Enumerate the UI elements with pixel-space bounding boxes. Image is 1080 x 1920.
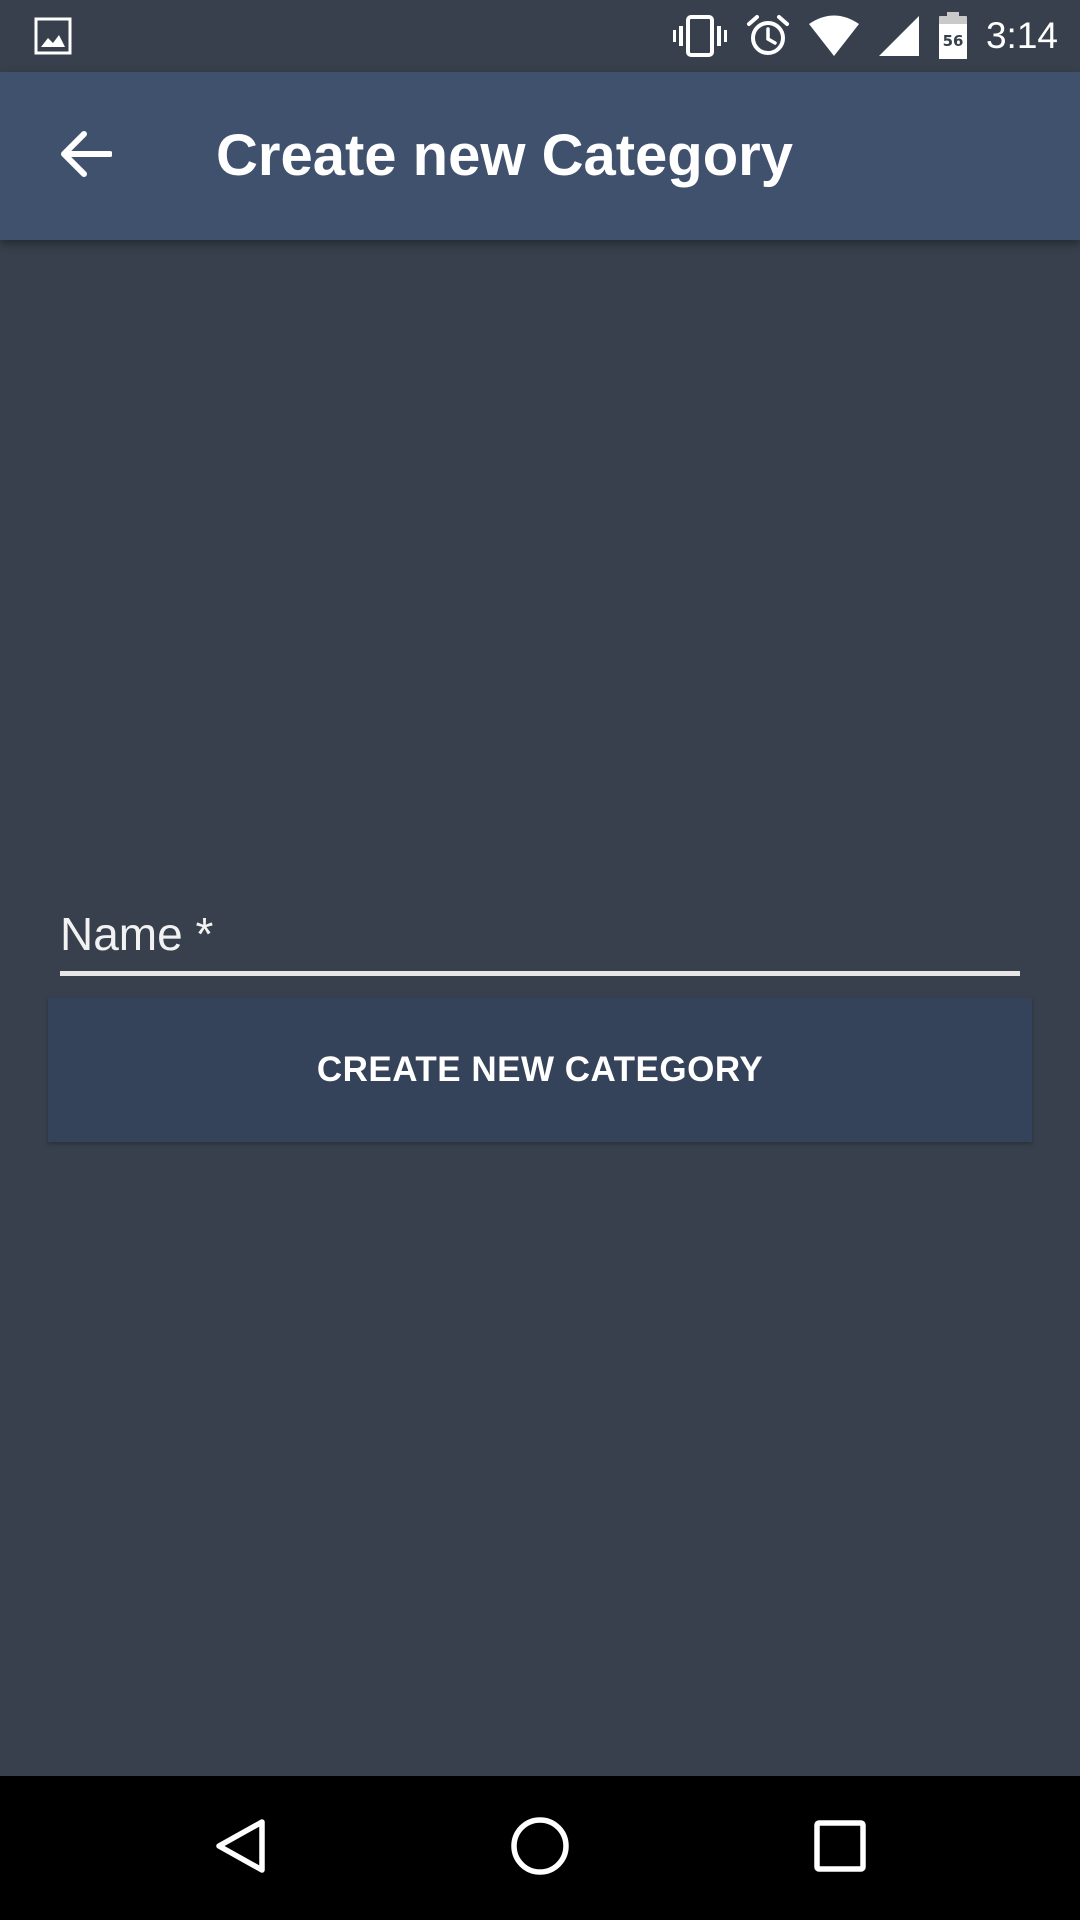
nav-bar [0,1776,1080,1920]
arrow-back-icon [60,130,113,183]
name-input[interactable] [60,896,1020,972]
status-bar: 56 3:14 [0,0,1080,72]
battery-level-text: 56 [943,32,964,50]
nav-home-button[interactable] [468,1776,612,1920]
image-notification-icon [34,17,72,55]
create-category-button[interactable]: CREATE NEW CATEGORY [48,998,1032,1142]
back-button[interactable] [38,108,134,204]
cell-signal-icon [878,15,920,57]
status-time: 3:14 [985,15,1058,56]
name-field [60,896,1020,978]
status-icons: 56 3:14 [654,0,1058,72]
wifi-icon [808,15,860,57]
home-circle-icon [510,1816,570,1881]
alarm-icon [746,14,790,58]
page-title: Create new Category [216,123,793,188]
app-bar: Create new Category [0,72,1080,240]
screen: 56 3:14 Create new Category CREATE NEW C… [0,0,1080,1920]
vibrate-icon [672,14,728,58]
back-triangle-icon [212,1816,268,1881]
battery-icon: 56 [938,12,968,60]
nav-recents-button[interactable] [768,1776,912,1920]
recents-square-icon [813,1819,867,1878]
name-underline [60,971,1020,976]
nav-back-button[interactable] [168,1776,312,1920]
